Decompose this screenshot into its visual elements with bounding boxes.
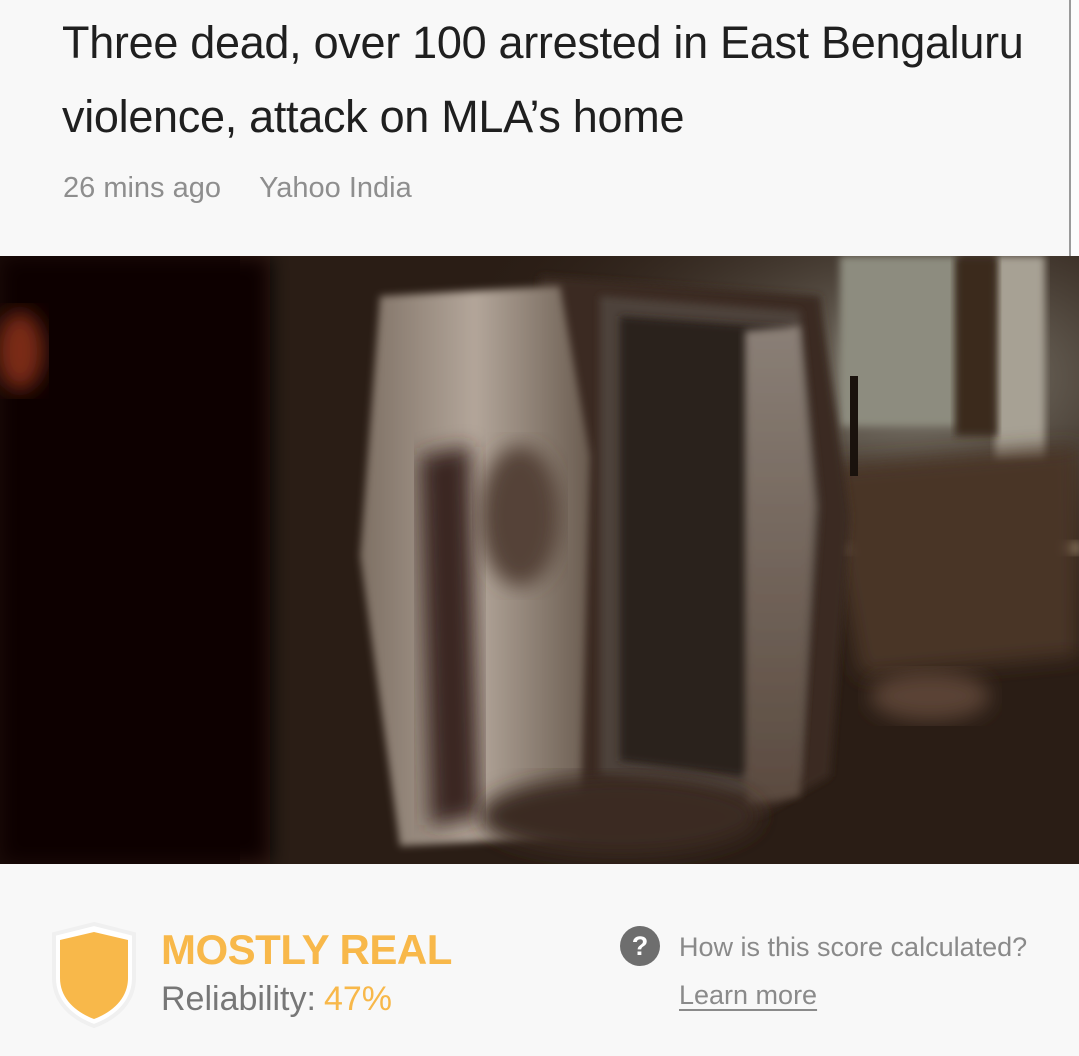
learn-more-link[interactable]: Learn more xyxy=(679,980,817,1011)
rating-panel: MOSTLY REAL Reliability: 47% ? How is thi… xyxy=(0,864,1079,1056)
reliability-label: Reliability: xyxy=(161,980,316,1018)
question-circle-icon[interactable]: ? xyxy=(620,926,660,966)
article-meta: 26 mins ago Yahoo India xyxy=(63,172,412,205)
article-source[interactable]: Yahoo India xyxy=(259,172,412,204)
article-time: 26 mins ago xyxy=(63,172,221,204)
score-explanation-question: How is this score calculated? xyxy=(679,932,1028,962)
article-headline[interactable]: Three dead, over 100 arrested in East Be… xyxy=(62,6,1042,154)
scrollbar[interactable] xyxy=(1069,0,1079,272)
reliability-value: 47% xyxy=(323,980,393,1018)
news-card: Three dead, over 100 arrested in East Be… xyxy=(0,0,1079,1056)
rating-verdict: MOSTLY REAL xyxy=(161,926,452,973)
article-photo[interactable] xyxy=(0,256,1079,864)
reliability-score: Reliability: 47% xyxy=(161,980,392,1019)
shield-icon xyxy=(52,921,136,1029)
burnt-vehicle-image xyxy=(0,256,1079,864)
